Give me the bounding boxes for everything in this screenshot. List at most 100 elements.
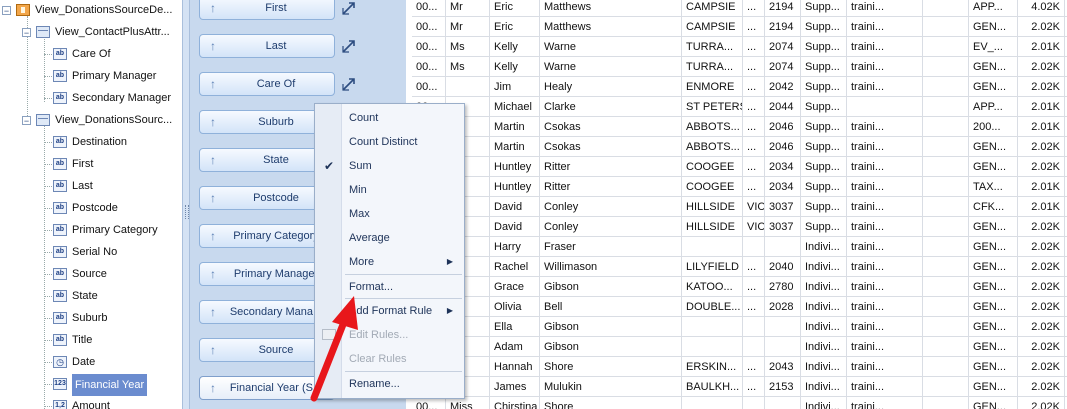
- table-cell[interactable]: [923, 157, 969, 177]
- expand-field-icon[interactable]: [340, 75, 358, 93]
- table-cell[interactable]: CAMPSIE: [682, 0, 743, 17]
- collapse-icon[interactable]: −: [2, 6, 11, 16]
- collapse-icon[interactable]: −: [22, 28, 31, 38]
- tree-node-first[interactable]: ab First: [0, 154, 182, 174]
- table-cell[interactable]: Ella: [490, 317, 540, 337]
- table-cell[interactable]: traini...: [847, 57, 923, 77]
- table-cell[interactable]: [682, 237, 743, 257]
- table-cell[interactable]: [923, 37, 969, 57]
- table-cell[interactable]: Martin: [490, 137, 540, 157]
- table-cell[interactable]: 2.02K: [1018, 337, 1065, 357]
- table-cell[interactable]: GEN...: [969, 17, 1018, 37]
- table-cell[interactable]: Supp...: [801, 137, 847, 157]
- table-row[interactable]: Olivia Bell DOUBLE...... 2028 Indivi... train…: [406, 297, 1067, 317]
- tree-node-date[interactable]: ◷ Date: [0, 352, 182, 372]
- table-row[interactable]: Rachel Willimason LILYFIELD... 2040 Indivi..…: [406, 257, 1067, 277]
- table-cell[interactable]: [743, 317, 765, 337]
- table-cell[interactable]: 2.02K: [1018, 157, 1065, 177]
- table-cell[interactable]: 2043: [765, 357, 801, 377]
- table-cell[interactable]: Supp...: [801, 57, 847, 77]
- tree-node-serial-no[interactable]: ab Serial No: [0, 242, 182, 262]
- table-cell[interactable]: ...: [743, 257, 765, 277]
- table-cell[interactable]: Bell: [540, 297, 682, 317]
- table-cell[interactable]: DOUBLE...: [682, 297, 743, 317]
- table-cell[interactable]: HILLSIDE: [682, 217, 743, 237]
- table-cell[interactable]: [923, 217, 969, 237]
- table-cell[interactable]: [923, 57, 969, 77]
- tree-node-view-donationssourcede[interactable]: − View_DonationsSourceDe...: [0, 0, 182, 20]
- table-cell[interactable]: David: [490, 217, 540, 237]
- table-cell[interactable]: Rachel: [490, 257, 540, 277]
- table-cell[interactable]: 2074: [765, 57, 801, 77]
- table-cell[interactable]: Hannah: [490, 357, 540, 377]
- table-cell[interactable]: Csokas: [540, 117, 682, 137]
- table-cell[interactable]: GEN...: [969, 337, 1018, 357]
- table-cell[interactable]: HILLSIDE: [682, 197, 743, 217]
- table-cell[interactable]: Eric: [490, 0, 540, 17]
- table-cell[interactable]: Grace: [490, 277, 540, 297]
- table-cell[interactable]: 2.02K: [1018, 77, 1065, 97]
- expand-field-icon[interactable]: [340, 37, 358, 55]
- table-cell[interactable]: ...: [743, 117, 765, 137]
- table-cell[interactable]: Ritter: [540, 177, 682, 197]
- menu-item-count[interactable]: Count: [316, 107, 463, 129]
- table-cell[interactable]: Michael: [490, 97, 540, 117]
- table-cell[interactable]: [923, 357, 969, 377]
- table-cell[interactable]: Healy: [540, 77, 682, 97]
- table-cell[interactable]: Supp...: [801, 217, 847, 237]
- table-cell[interactable]: 00...: [412, 0, 446, 17]
- table-cell[interactable]: Indivi...: [801, 317, 847, 337]
- table-cell[interactable]: 2.02K: [1018, 297, 1065, 317]
- table-cell[interactable]: 2.02K: [1018, 217, 1065, 237]
- table-row[interactable]: Harry Fraser Indivi... traini... GEN... 2.02K…: [406, 237, 1067, 257]
- table-row[interactable]: Hannah Shore ERSKIN...... 2043 Indivi... trai…: [406, 357, 1067, 377]
- tree-node-last[interactable]: ab Last: [0, 176, 182, 196]
- table-cell[interactable]: Indivi...: [801, 357, 847, 377]
- table-row[interactable]: Grace Gibson KATOO...... 2780 Indivi... train…: [406, 277, 1067, 297]
- table-row[interactable]: AdamGibsonIndivi...traini...GEN...2.02K$…: [406, 337, 1067, 357]
- table-cell[interactable]: Indivi...: [801, 237, 847, 257]
- tree-node-postcode[interactable]: ab Postcode: [0, 198, 182, 218]
- table-row[interactable]: 00...MichaelClarkeST PETERS...2044Supp..…: [406, 97, 1067, 117]
- table-cell[interactable]: [765, 317, 801, 337]
- table-cell[interactable]: [765, 337, 801, 357]
- table-cell[interactable]: Ms: [446, 37, 490, 57]
- table-cell[interactable]: GEN...: [969, 77, 1018, 97]
- table-cell[interactable]: Indivi...: [801, 277, 847, 297]
- table-cell[interactable]: traini...: [847, 117, 923, 137]
- table-row[interactable]: Martin Csokas ABBOTS...... 2046 Supp... train…: [406, 117, 1067, 137]
- table-cell[interactable]: Olivia: [490, 297, 540, 317]
- table-cell[interactable]: traini...: [847, 297, 923, 317]
- table-cell[interactable]: Supp...: [801, 157, 847, 177]
- table-cell[interactable]: traini...: [847, 0, 923, 17]
- table-cell[interactable]: traini...: [847, 217, 923, 237]
- table-cell[interactable]: [923, 197, 969, 217]
- table-cell[interactable]: Chirstina: [490, 397, 540, 409]
- table-cell[interactable]: Warne: [540, 37, 682, 57]
- table-cell[interactable]: ...: [743, 17, 765, 37]
- table-cell[interactable]: TURRA...: [682, 57, 743, 77]
- menu-item-add-format-rule[interactable]: Add Format Rule ▶: [316, 300, 463, 322]
- table-cell[interactable]: Supp...: [801, 97, 847, 117]
- table-cell[interactable]: Willimason: [540, 257, 682, 277]
- table-cell[interactable]: [682, 317, 743, 337]
- table-cell[interactable]: traini...: [847, 37, 923, 57]
- table-cell[interactable]: Huntley: [490, 177, 540, 197]
- table-cell[interactable]: [923, 237, 969, 257]
- table-cell[interactable]: CFK...: [969, 197, 1018, 217]
- table-cell[interactable]: 2.01K: [1018, 117, 1065, 137]
- tree-node-primary-manager[interactable]: ab Primary Manager: [0, 66, 182, 86]
- table-cell[interactable]: 2034: [765, 177, 801, 197]
- table-cell[interactable]: [765, 397, 801, 409]
- table-cell[interactable]: 2.02K: [1018, 57, 1065, 77]
- table-cell[interactable]: ...: [743, 157, 765, 177]
- table-cell[interactable]: Harry: [490, 237, 540, 257]
- table-cell[interactable]: 2034: [765, 157, 801, 177]
- table-cell[interactable]: 2194: [765, 0, 801, 17]
- table-cell[interactable]: ...: [743, 37, 765, 57]
- table-cell[interactable]: Supp...: [801, 77, 847, 97]
- table-cell[interactable]: Supp...: [801, 117, 847, 137]
- table-cell[interactable]: 4.02K: [1018, 0, 1065, 17]
- menu-item-edit-rules[interactable]: Edit Rules...: [316, 324, 463, 346]
- table-row[interactable]: James Mulukin BAULKH...... 2153 Indivi... tra…: [406, 377, 1067, 397]
